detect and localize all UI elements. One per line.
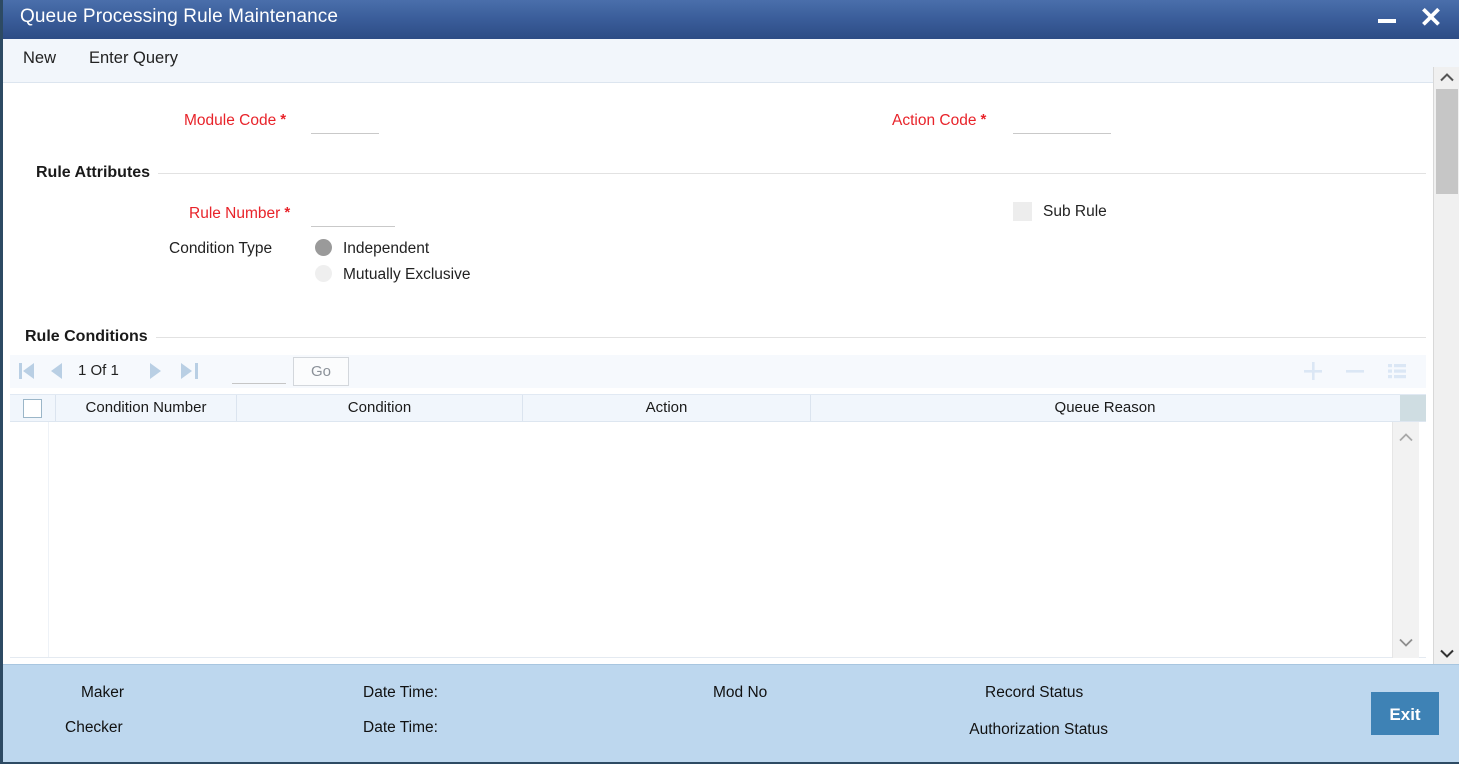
application-window: Queue Processing Rule Maintenance ✕ New … — [0, 0, 1459, 764]
minimize-button[interactable] — [1367, 0, 1407, 39]
module-code-label: Module Code * — [184, 111, 287, 129]
grid-header-row: Condition Number Condition Action Queue … — [10, 394, 1426, 422]
maker-label: Maker — [81, 684, 125, 701]
checker-datetime-label: Date Time: — [363, 719, 438, 736]
rule-conditions-section-header: Rule Conditions — [25, 328, 1426, 346]
rule-attributes-section-header: Rule Attributes — [36, 164, 1426, 182]
module-code-input[interactable] — [311, 114, 379, 134]
page-scrollbar-thumb[interactable] — [1436, 89, 1458, 194]
rule-number-required-asterisk: * — [284, 204, 291, 221]
plus-icon[interactable] — [1300, 358, 1326, 384]
page-vertical-scrollbar[interactable] — [1433, 67, 1459, 664]
record-status-label: Record Status — [985, 684, 1084, 701]
page-jump-input[interactable] — [232, 365, 286, 384]
go-button[interactable]: Go — [293, 357, 349, 386]
module-code-required-asterisk: * — [280, 111, 287, 128]
radio-independent[interactable] — [315, 239, 332, 256]
grid-vertical-scrollbar[interactable] — [1392, 422, 1419, 658]
section-divider — [158, 172, 1426, 174]
grid-body — [10, 422, 1426, 658]
radio-mutually-exclusive[interactable] — [315, 265, 332, 282]
rule-conditions-title: Rule Conditions — [25, 328, 148, 345]
column-header-queue-reason[interactable]: Queue Reason — [811, 395, 1399, 421]
maker-datetime-label: Date Time: — [363, 684, 438, 701]
column-header-condition-number[interactable]: Condition Number — [56, 395, 236, 421]
checker-label: Checker — [65, 719, 123, 736]
column-header-condition[interactable]: Condition — [237, 395, 522, 421]
mod-no-label: Mod No — [713, 684, 768, 701]
form-content: Module Code * Action Code * Rule Attribute… — [3, 83, 1433, 664]
action-code-required-asterisk: * — [980, 111, 987, 128]
radio-mutually-exclusive-label: Mutually Exclusive — [343, 266, 471, 283]
scroll-up-icon[interactable] — [1399, 433, 1413, 442]
next-page-icon[interactable] — [150, 363, 161, 379]
first-page-icon[interactable] — [23, 363, 34, 379]
sub-rule-label: Sub Rule — [1043, 203, 1107, 220]
select-all-checkbox[interactable] — [23, 399, 42, 418]
first-page-icon-bar[interactable] — [19, 363, 22, 379]
sub-rule-checkbox[interactable] — [1013, 202, 1032, 221]
close-icon: ✕ — [1419, 2, 1443, 33]
rule-number-label: Rule Number * — [189, 204, 291, 222]
menu-bar: New Enter Query — [3, 39, 1459, 83]
section-divider — [155, 336, 1426, 338]
action-code-label: Action Code * — [892, 111, 987, 129]
condition-type-label: Condition Type — [169, 240, 273, 257]
list-icon[interactable] — [1384, 358, 1410, 384]
rule-attributes-title: Rule Attributes — [36, 164, 151, 181]
audit-footer: Maker Date Time: Mod No Record Status Ch… — [3, 664, 1459, 762]
minimize-icon — [1378, 19, 1396, 23]
grid-header-corner — [1400, 395, 1426, 421]
grid-toolbar: 1 Of 1 Go — [10, 355, 1426, 388]
page-indicator: 1 Of 1 — [78, 362, 119, 379]
action-code-input[interactable] — [1013, 114, 1111, 134]
page-scroll-up-icon[interactable] — [1439, 73, 1454, 82]
previous-page-icon[interactable] — [51, 363, 62, 379]
minus-icon[interactable] — [1342, 358, 1368, 384]
close-button[interactable]: ✕ — [1411, 0, 1451, 39]
authorization-status-label: Authorization Status — [969, 721, 1108, 738]
window-title: Queue Processing Rule Maintenance — [20, 6, 339, 27]
scroll-down-icon[interactable] — [1399, 638, 1413, 647]
title-bar: Queue Processing Rule Maintenance ✕ — [3, 0, 1459, 40]
column-divider — [48, 422, 49, 657]
page-scroll-down-icon[interactable] — [1439, 649, 1454, 658]
menu-item-enter-query[interactable]: Enter Query — [89, 49, 178, 68]
radio-independent-label: Independent — [343, 240, 430, 257]
menu-item-new[interactable]: New — [23, 49, 56, 68]
last-page-icon[interactable] — [181, 363, 192, 379]
exit-button[interactable]: Exit — [1371, 692, 1439, 735]
column-header-action[interactable]: Action — [523, 395, 810, 421]
rule-number-input[interactable] — [311, 207, 395, 227]
last-page-icon-bar[interactable] — [195, 363, 198, 379]
